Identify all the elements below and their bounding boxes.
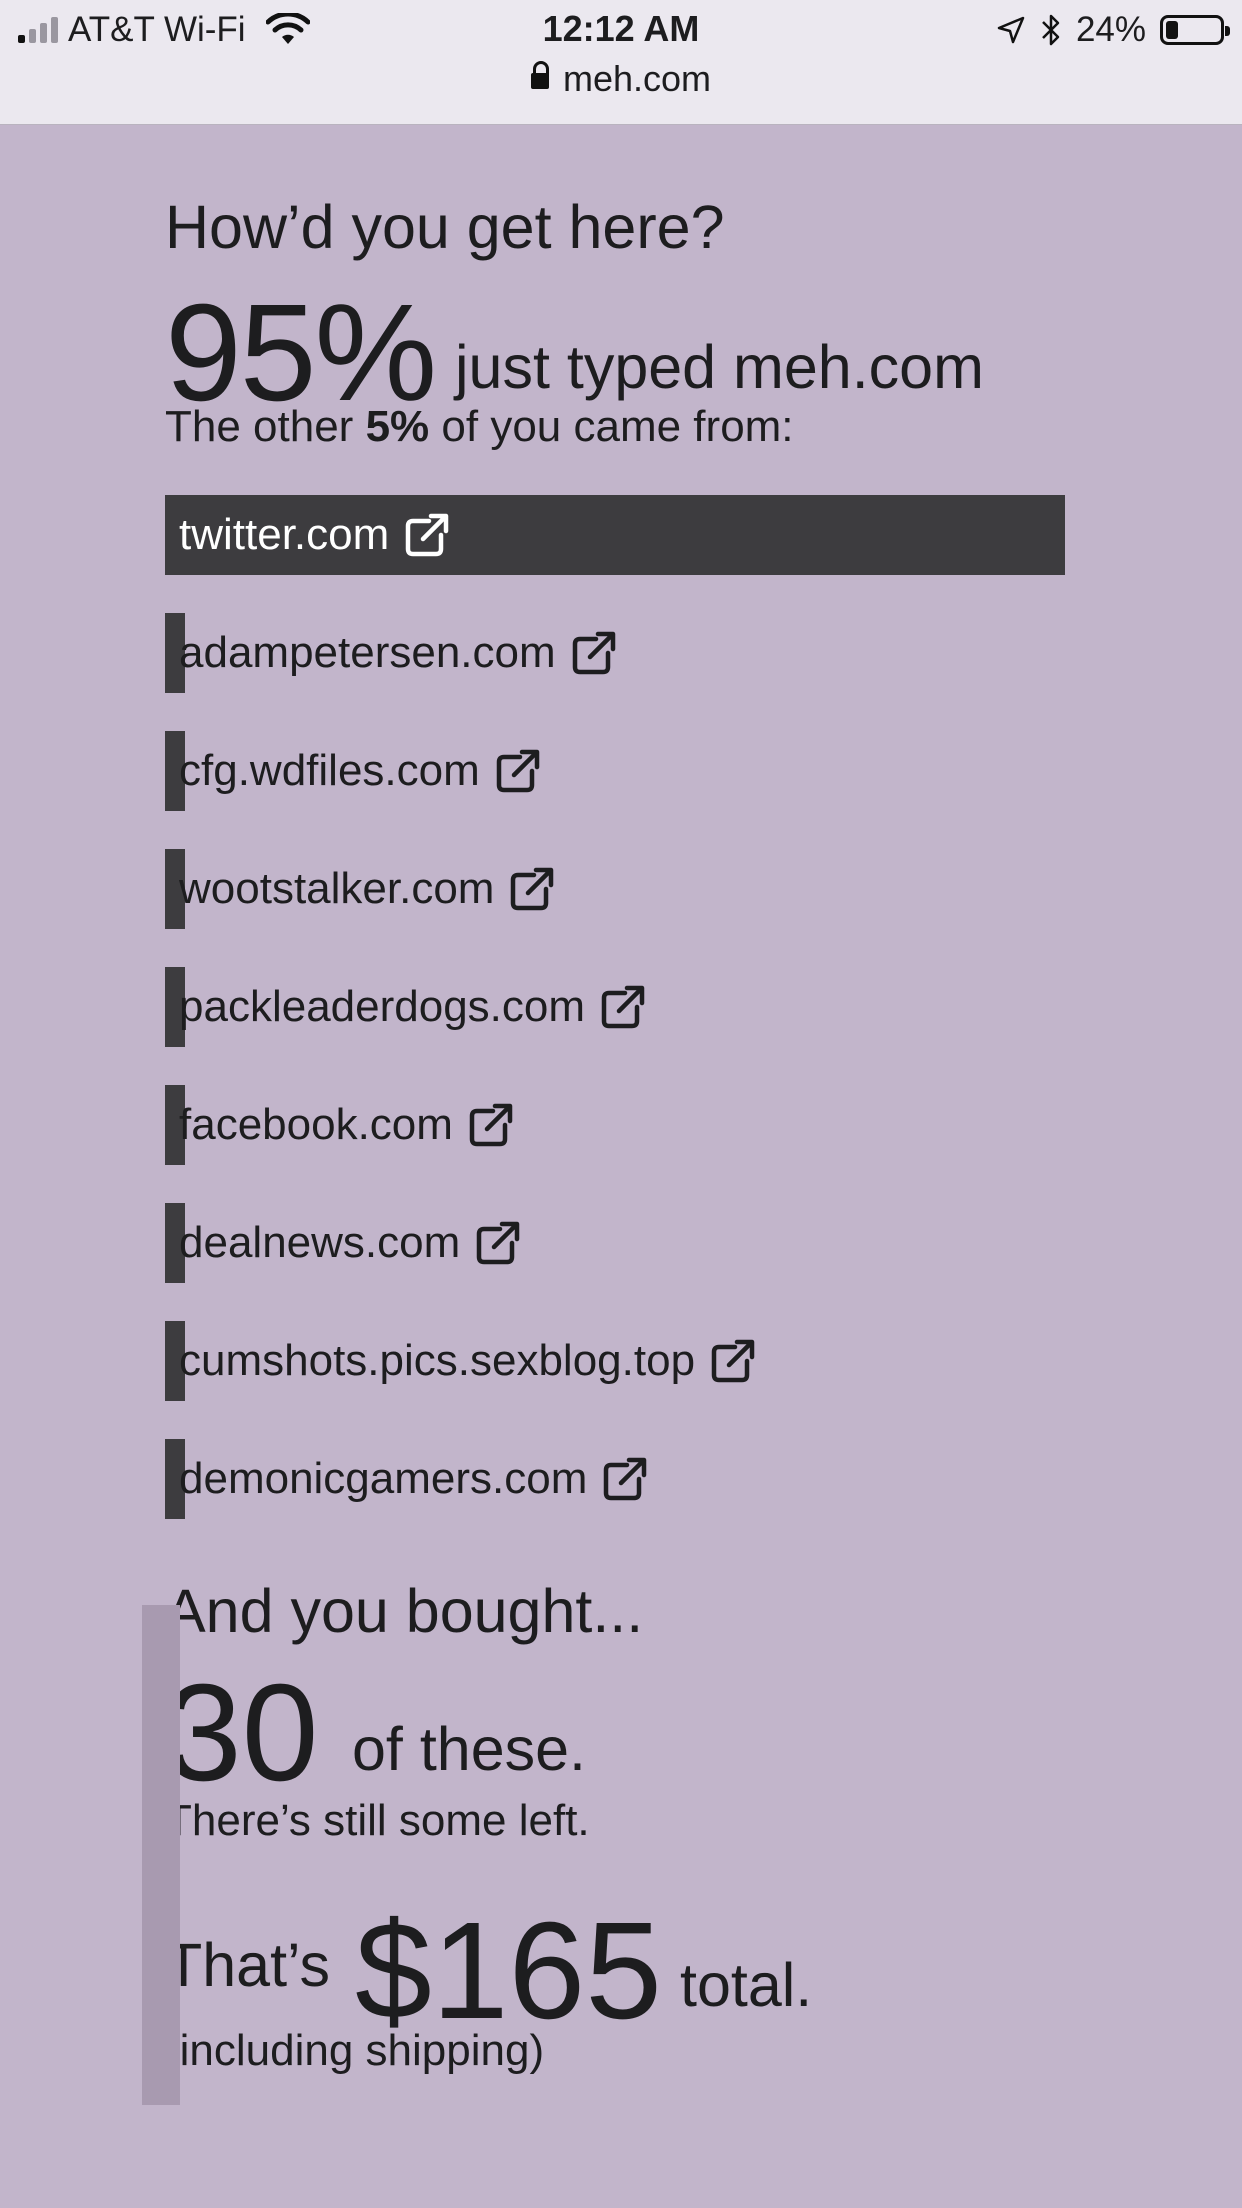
referral-label: wootstalker.com: [179, 864, 495, 913]
referral-link[interactable]: cumshots.pics.sexblog.top: [179, 1321, 757, 1401]
external-link-icon: [711, 1339, 755, 1383]
referral-item[interactable]: facebook.com: [165, 1085, 1065, 1165]
lock-icon: [530, 61, 549, 92]
referral-item[interactable]: adampetersen.com: [165, 613, 1065, 693]
total-prefix: That’s: [165, 1931, 331, 1999]
total-suffix: total.: [680, 1951, 813, 2019]
referral-item[interactable]: twitter.com: [165, 495, 1065, 575]
external-link-icon: [511, 867, 554, 911]
referral-item[interactable]: demonicgamers.com: [165, 1439, 1065, 1519]
referral-item[interactable]: packleaderdogs.com: [165, 967, 1065, 1047]
referral-link[interactable]: twitter.com: [179, 495, 451, 575]
location-arrow-icon: [997, 16, 1025, 44]
referral-label: packleaderdogs.com: [179, 982, 586, 1031]
external-link-icon: [406, 513, 449, 557]
direct-percent-caption: just typed meh.com: [455, 333, 984, 401]
referral-label: twitter.com: [179, 510, 390, 559]
external-link-icon: [601, 985, 645, 1029]
referral-item[interactable]: cumshots.pics.sexblog.top: [165, 1321, 1065, 1401]
referral-item[interactable]: wootstalker.com: [165, 849, 1065, 929]
referral-link[interactable]: adampetersen.com: [179, 613, 618, 693]
other-prefix: The other: [165, 402, 354, 451]
referral-link[interactable]: dealnews.com: [179, 1203, 522, 1283]
referral-label: cfg.wdfiles.com: [179, 746, 480, 795]
battery-percent: 24%: [1075, 10, 1146, 49]
external-link-icon: [496, 749, 540, 793]
url-text: meh.com: [562, 58, 712, 99]
referral-link[interactable]: wootstalker.com: [179, 849, 556, 929]
top-bar: AT&T Wi-Fi 12:12 AM 24% meh.com: [0, 0, 1242, 125]
bluetooth-icon: [1042, 14, 1060, 46]
referral-list: twitter.com adampetersen.com cfg.wdfiles.c…: [165, 495, 1065, 1557]
shipping-note: (including shipping): [165, 2026, 545, 2075]
purchase-count-caption: of these.: [352, 1715, 586, 1783]
referral-label: dealnews.com: [179, 1218, 461, 1267]
referral-link[interactable]: packleaderdogs.com: [179, 967, 647, 1047]
external-link-icon: [572, 631, 615, 675]
referral-label: facebook.com: [179, 1100, 453, 1149]
referral-item[interactable]: dealnews.com: [165, 1203, 1065, 1283]
referral-label: cumshots.pics.sexblog.top: [179, 1336, 696, 1385]
purchase-progress-bar: [142, 1605, 180, 2105]
status-bar-right: 24%: [996, 10, 1230, 50]
referral-link[interactable]: facebook.com: [179, 1085, 515, 1165]
other-referral-line: The other 5% of you came from:: [165, 402, 794, 452]
referral-link[interactable]: demonicgamers.com: [179, 1439, 649, 1519]
battery-icon: [1160, 15, 1230, 45]
referral-label: demonicgamers.com: [179, 1454, 588, 1503]
other-suffix: of you came from:: [441, 402, 794, 451]
purchase-count: 30: [165, 1656, 319, 1810]
referral-heading: How’d you get here?: [165, 193, 725, 261]
referral-item[interactable]: cfg.wdfiles.com: [165, 731, 1065, 811]
external-link-icon: [469, 1103, 513, 1147]
referral-label: adampetersen.com: [179, 628, 556, 677]
remaining-note: There’s still some left.: [165, 1796, 590, 1845]
external-link-icon: [604, 1457, 647, 1501]
url-bar[interactable]: meh.com: [0, 58, 1242, 100]
referral-link[interactable]: cfg.wdfiles.com: [179, 731, 542, 811]
external-link-icon: [477, 1221, 520, 1265]
other-percent: 5%: [365, 402, 430, 451]
purchase-heading: And you bought...: [165, 1577, 644, 1645]
